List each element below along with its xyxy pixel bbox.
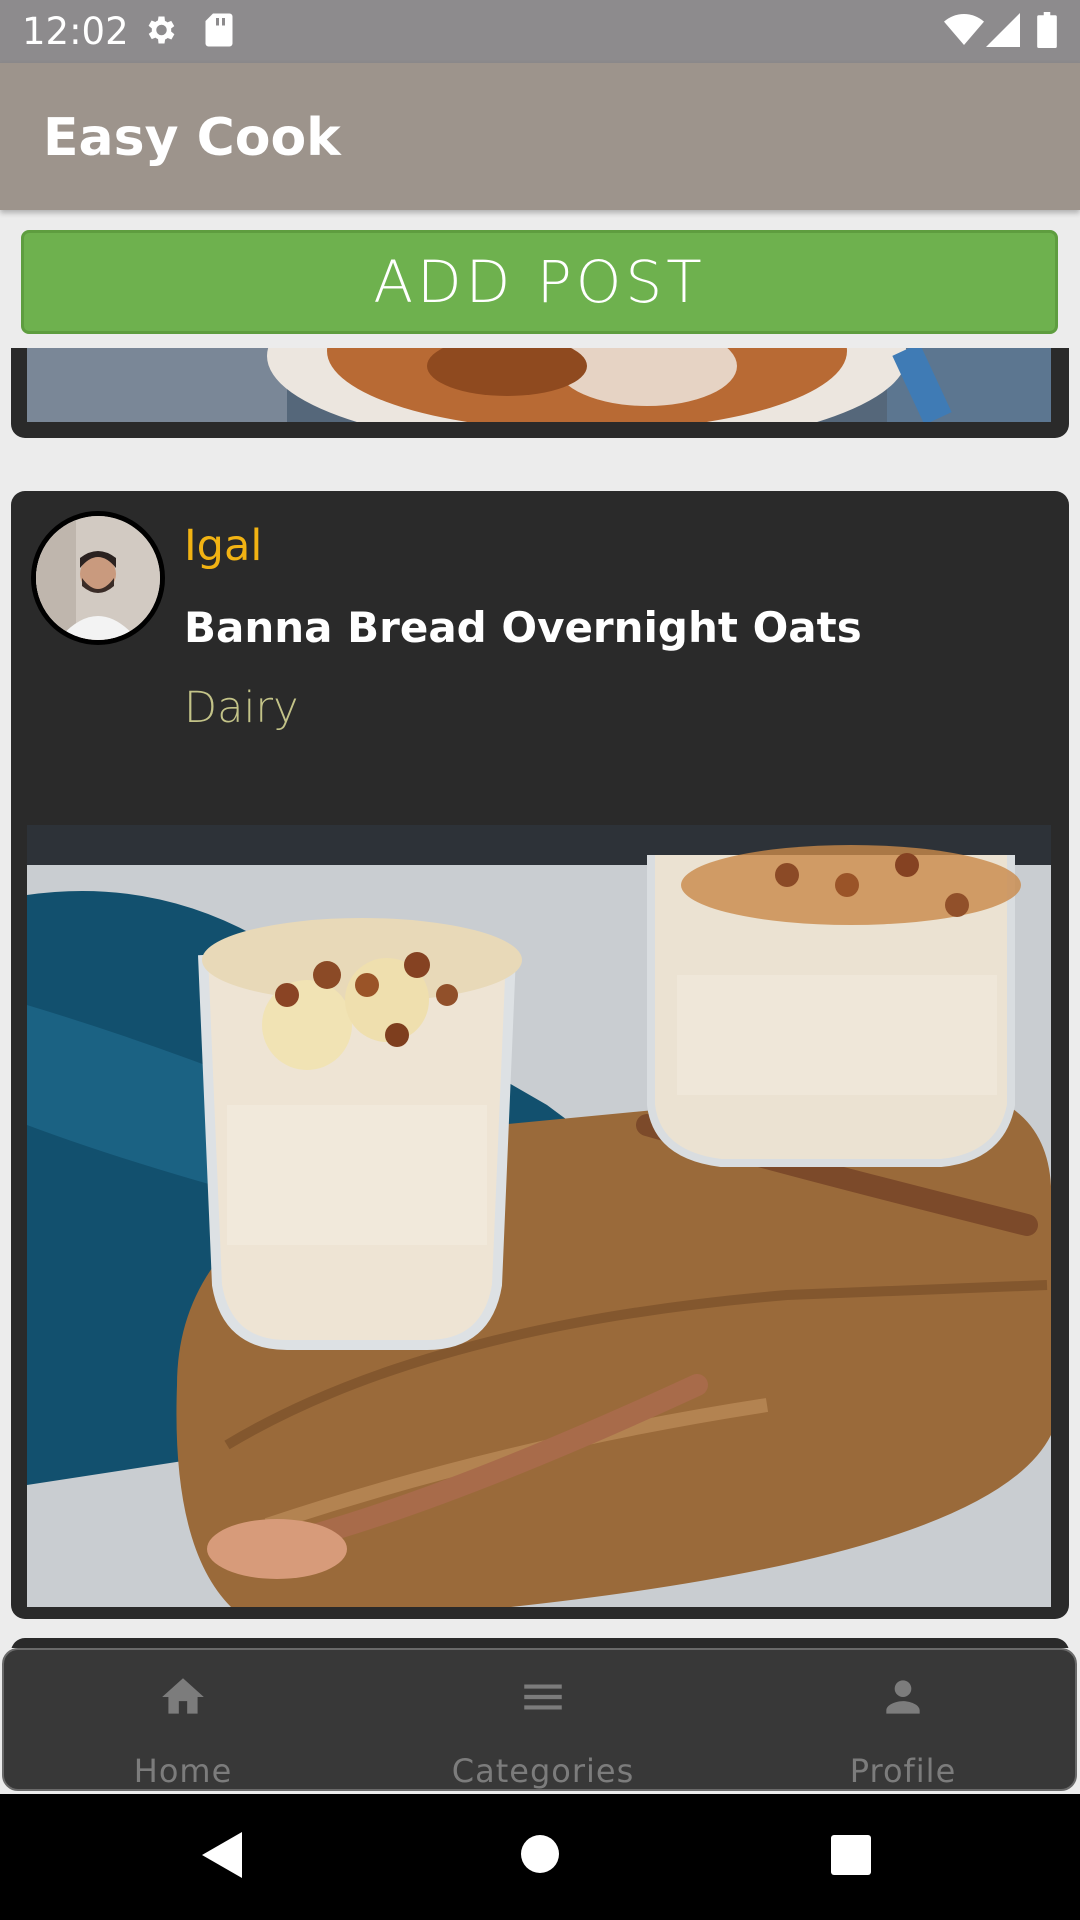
- nav-home-label: Home: [133, 1752, 233, 1790]
- app-title: Easy Cook: [43, 108, 341, 168]
- system-navigation-bar: [0, 1794, 1080, 1920]
- post-category: Dairy: [184, 683, 299, 733]
- status-bar: 12:02: [0, 0, 1080, 63]
- post-author[interactable]: Igal: [184, 521, 262, 571]
- recipe-card[interactable]: Igal Banna Bread Overnight Oats Dairy: [11, 491, 1069, 1619]
- wifi-icon: [944, 14, 984, 45]
- recipe-card[interactable]: [11, 348, 1069, 438]
- nav-home[interactable]: Home: [4, 1650, 362, 1790]
- home-circle-icon[interactable]: [520, 1834, 560, 1874]
- battery-icon: [1037, 12, 1057, 48]
- back-icon[interactable]: [202, 1832, 244, 1878]
- nav-categories-label: Categories: [451, 1752, 635, 1790]
- recipe-card[interactable]: [11, 1638, 1069, 1648]
- post-title: Banna Bread Overnight Oats: [184, 603, 862, 652]
- signal-icon: [986, 13, 1020, 47]
- recipe-feed[interactable]: Igal Banna Bread Overnight Oats Dairy: [0, 348, 1080, 1648]
- home-icon: [162, 1678, 204, 1714]
- nav-profile-label: Profile: [849, 1752, 957, 1790]
- add-post-button[interactable]: ADD POST: [21, 230, 1058, 334]
- status-time: 12:02: [22, 10, 129, 53]
- recipe-image: [27, 348, 1051, 422]
- nav-categories[interactable]: Categories: [364, 1650, 722, 1790]
- person-icon: [886, 1680, 920, 1714]
- bottom-navigation: Home Categories Profile: [2, 1648, 1077, 1791]
- recents-icon[interactable]: [831, 1835, 871, 1875]
- nav-profile[interactable]: Profile: [724, 1650, 1080, 1790]
- gear-icon: [148, 16, 175, 44]
- avatar[interactable]: [31, 511, 165, 645]
- app-bar: Easy Cook: [0, 63, 1080, 210]
- menu-icon: [524, 1684, 562, 1710]
- sd-card-icon: [205, 13, 233, 47]
- recipe-image[interactable]: [27, 825, 1051, 1607]
